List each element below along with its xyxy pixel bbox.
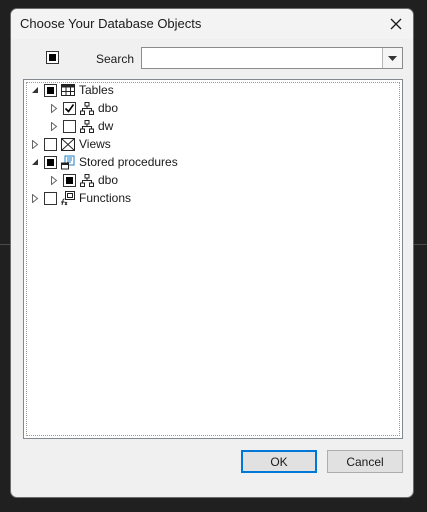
search-combobox[interactable] (141, 47, 403, 69)
collapsed-arrow-icon (32, 193, 39, 203)
choose-database-objects-dialog: Choose Your Database Objects Search Tabl… (10, 8, 414, 498)
node-checkbox[interactable] (63, 173, 76, 187)
search-dropdown-button[interactable] (382, 48, 402, 68)
view-icon (60, 136, 76, 152)
tree-node-tables-dw[interactable]: dw (48, 117, 113, 135)
node-label: dw (98, 119, 114, 133)
tree-node-tables-dbo[interactable]: dbo (48, 99, 118, 117)
expand-toggle[interactable] (29, 153, 41, 171)
collapsed-arrow-icon (51, 121, 58, 131)
schema-icon (79, 118, 95, 134)
node-checkbox[interactable] (63, 101, 76, 115)
node-checkbox[interactable] (44, 83, 57, 97)
tree-node-stored-procedures-dbo[interactable]: dbo (48, 171, 118, 189)
expand-toggle[interactable] (48, 171, 60, 189)
schema-icon (79, 100, 95, 116)
expand-toggle[interactable] (29, 135, 41, 153)
tree-node-tables[interactable]: Tables (29, 81, 114, 99)
search-label: Search (96, 52, 135, 66)
expand-toggle[interactable] (48, 99, 60, 117)
node-checkbox[interactable] (44, 191, 57, 205)
database-objects-tree[interactable]: Tables dbo dw Views Stored procedures db… (23, 79, 403, 439)
collapsed-arrow-icon (51, 175, 58, 185)
node-checkbox[interactable] (63, 119, 76, 133)
chevron-down-icon (388, 55, 397, 61)
function-icon (60, 190, 76, 206)
tree-node-views[interactable]: Views (29, 135, 111, 153)
stored-procedure-icon (60, 154, 76, 170)
close-icon (390, 18, 402, 30)
table-icon (60, 82, 76, 98)
node-label: dbo (98, 101, 119, 115)
tree-node-stored-procedures[interactable]: Stored procedures (29, 153, 178, 171)
collapsed-arrow-icon (32, 139, 39, 149)
close-button[interactable] (385, 13, 407, 35)
node-checkbox[interactable] (44, 137, 57, 151)
search-input[interactable] (142, 48, 390, 68)
select-all-checkbox[interactable] (46, 51, 59, 64)
checkmark-icon (64, 103, 75, 113)
node-label: dbo (98, 173, 119, 187)
expanded-arrow-icon (32, 159, 38, 165)
expand-toggle[interactable] (48, 117, 60, 135)
title-bar: Choose Your Database Objects (11, 9, 413, 39)
node-label: Functions (79, 191, 132, 205)
collapsed-arrow-icon (51, 103, 58, 113)
expand-toggle[interactable] (29, 189, 41, 207)
cancel-button[interactable]: Cancel (327, 450, 403, 473)
schema-icon (79, 172, 95, 188)
expand-toggle[interactable] (29, 81, 41, 99)
expanded-arrow-icon (32, 87, 38, 93)
node-label: Stored procedures (79, 155, 178, 169)
node-checkbox[interactable] (44, 155, 57, 169)
tree-node-functions[interactable]: Functions (29, 189, 131, 207)
node-label: Views (79, 137, 111, 151)
dialog-title: Choose Your Database Objects (20, 16, 202, 31)
node-label: Tables (79, 83, 114, 97)
ok-button[interactable]: OK (241, 450, 317, 473)
